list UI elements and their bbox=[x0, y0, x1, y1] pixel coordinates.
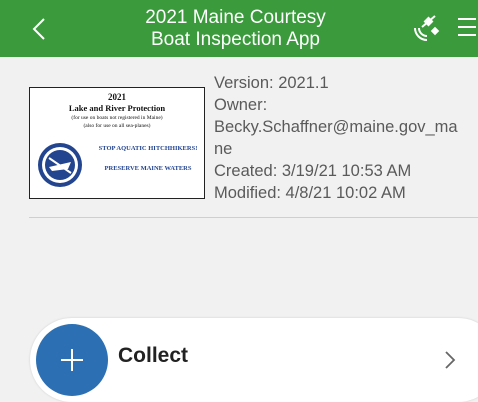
thumb-year: 2021 bbox=[108, 92, 126, 102]
owner-line2: ne bbox=[214, 140, 233, 158]
app-thumbnail: 2021 Lake and River Protection (for use … bbox=[29, 87, 205, 199]
app-title: 2021 Maine Courtesy Boat Inspection App bbox=[145, 7, 326, 50]
app-info: Version: 2021.1 Owner: Becky.Schaffner@m… bbox=[214, 72, 478, 204]
chevron-right-icon bbox=[445, 351, 456, 369]
collect-fab[interactable] bbox=[36, 324, 108, 396]
version-text: Version: 2021.1 bbox=[214, 74, 329, 92]
divider bbox=[29, 217, 478, 218]
thumb-preserve: PRESERVE MAINE WATERS bbox=[104, 165, 192, 172]
thumb-note1: (for use on boats not registered in Main… bbox=[71, 115, 163, 121]
menu-icon bbox=[458, 18, 478, 36]
owner-line1: Becky.Schaffner@maine.gov_ma bbox=[214, 118, 458, 136]
app-header: 2021 Maine Courtesy Boat Inspection App bbox=[0, 0, 478, 57]
back-button[interactable] bbox=[24, 12, 54, 46]
plus-icon bbox=[61, 349, 83, 371]
collect-chevron[interactable] bbox=[440, 348, 460, 372]
thumb-note2: (also for use on all sea-planes) bbox=[83, 123, 151, 129]
collect-label: Collect bbox=[118, 344, 189, 367]
modified-text: Modified: 4/8/21 10:02 AM bbox=[214, 184, 406, 202]
satellite-button[interactable] bbox=[408, 13, 442, 45]
created-text: Created: 3/19/21 10:53 AM bbox=[214, 162, 412, 180]
boat-badge-icon bbox=[38, 143, 82, 187]
thumb-heading: Lake and River Protection bbox=[68, 103, 166, 113]
thumb-stop: STOP AQUATIC HITCHHIKERS! bbox=[98, 145, 198, 152]
menu-button[interactable] bbox=[458, 18, 478, 40]
chevron-left-icon bbox=[32, 18, 45, 40]
owner-label: Owner: bbox=[214, 96, 268, 114]
satellite-icon bbox=[414, 15, 440, 41]
